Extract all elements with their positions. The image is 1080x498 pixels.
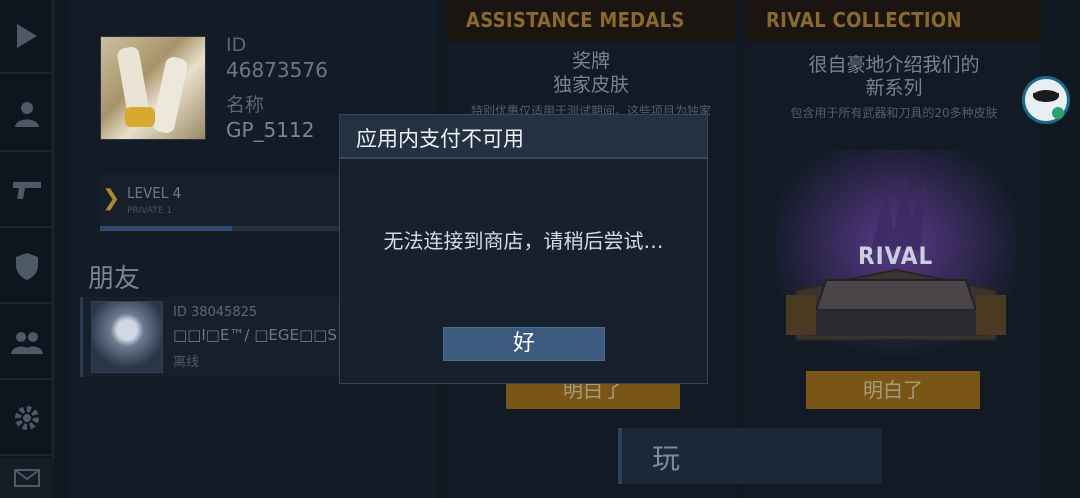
payment-unavailable-dialog: 应用内支付不可用 无法连接到商店，请稍后尝试… 好 [339, 114, 708, 384]
modal-overlay: 应用内支付不可用 无法连接到商店，请稍后尝试… 好 [0, 0, 1080, 498]
dialog-title: 应用内支付不可用 [356, 127, 524, 151]
game-screen: ID 46873576 名称 GP_5112 ❯ LEVEL 4 PRIVATE… [0, 0, 1080, 498]
dialog-header: 应用内支付不可用 [340, 115, 707, 159]
dialog-message: 无法连接到商店，请稍后尝试… [383, 229, 664, 253]
dialog-ok-button[interactable]: 好 [443, 327, 605, 361]
